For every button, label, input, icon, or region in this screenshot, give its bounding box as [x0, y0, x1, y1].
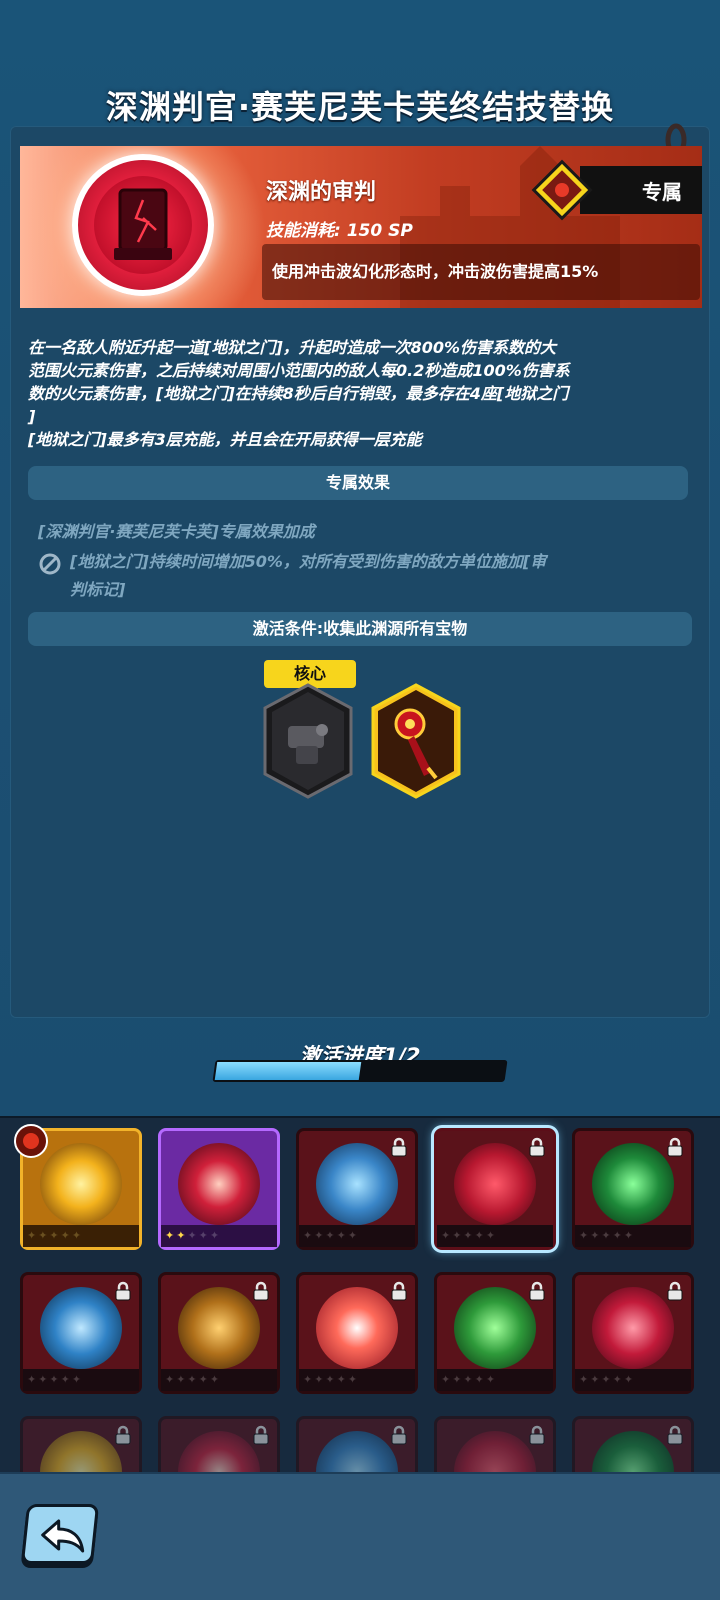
bottom-bar [0, 1472, 720, 1600]
lock-icon [391, 1281, 407, 1301]
skill-card[interactable]: ✦✦✦✦✦ [572, 1416, 694, 1472]
description-line: [地狱之门]最多有3层充能，并且会在开局获得一层充能 [28, 430, 422, 449]
skill-description: 在一名敌人附近升起一道[地狱之门]，升起时造成一次800%伤害系数的大 范围火元… [28, 336, 698, 451]
skill-card[interactable]: ✦✦✦✦✦ [296, 1416, 418, 1472]
skill-name: 深渊的审判 [266, 180, 377, 205]
lock-icon [253, 1425, 269, 1445]
lock-icon [115, 1425, 131, 1445]
flame-wisp-icon [178, 1143, 260, 1225]
inactive-ban-icon [39, 553, 61, 575]
lightning-icon [40, 1431, 122, 1472]
star-rating: ✦✦✦✦✦ [161, 1225, 277, 1247]
star-rating: ✦✦✦✦✦ [575, 1225, 691, 1247]
hell-gate-icon [72, 154, 214, 296]
skill-card[interactable]: ✦✦✦✦✦ [158, 1128, 280, 1250]
star-rating: ✦✦✦✦✦ [23, 1225, 139, 1247]
description-line: 范围火元素伤害，之后持续对周围小范围内的敌人每0.2秒造成100%伤害系 [28, 361, 570, 380]
flame-wisp-icon [178, 1431, 260, 1472]
owner-badge-icon [14, 1124, 48, 1158]
lock-icon [391, 1425, 407, 1445]
dark-gauntlet-icon[interactable] [262, 682, 354, 800]
description-line: 在一名敌人附近升起一道[地狱之门]，升起时造成一次800%伤害系数的大 [28, 338, 557, 357]
lock-icon [529, 1425, 545, 1445]
activation-condition-header: 激活条件:收集此渊源所有宝物 [28, 612, 692, 646]
back-arrow-icon [41, 1519, 85, 1553]
description-line: 数的火元素伤害，[地狱之门]在持续8秒后自行销毁，最多存在4座[地狱之门 [28, 384, 569, 403]
lightning-icon [40, 1143, 122, 1225]
lock-icon [667, 1425, 683, 1445]
ice-shard-icon [316, 1143, 398, 1225]
star-rating: ✦✦✦✦✦ [23, 1369, 139, 1391]
activation-progress-bar [212, 1060, 508, 1082]
explosion-icon [316, 1287, 398, 1369]
vortex-icon [178, 1287, 260, 1369]
skill-card[interactable]: ✦✦✦✦✦ [20, 1272, 142, 1394]
bonus-text: [地狱之门]持续时间增加50%，对所有受到伤害的敌方单位施加[审 [70, 552, 547, 571]
skill-card[interactable]: ✦✦✦✦✦ [572, 1272, 694, 1394]
lock-icon [115, 1281, 131, 1301]
skill-card[interactable]: ✦✦✦✦✦ [296, 1272, 418, 1394]
crimson-lotus-icon [592, 1287, 674, 1369]
skill-card[interactable]: ✦✦✦✦✦ [20, 1416, 142, 1472]
back-button[interactable] [20, 1504, 100, 1564]
lock-icon [667, 1281, 683, 1301]
skill-effect: 使用冲击波幻化形态时，冲击波伤害提高15% [262, 244, 700, 300]
skill-card[interactable]: ✦✦✦✦✦ [572, 1128, 694, 1250]
star-rating: ✦✦✦✦✦ [437, 1225, 553, 1247]
skill-card[interactable]: ✦✦✦✦✦ [434, 1272, 556, 1394]
page-title: 深渊判官·赛芙尼芙卡芙终结技替换 [105, 88, 615, 126]
lock-icon [253, 1281, 269, 1301]
skill-card[interactable]: ✦✦✦✦✦ [158, 1272, 280, 1394]
hell-gate-icon [454, 1431, 536, 1472]
skill-card[interactable]: ✦✦✦✦✦ [158, 1416, 280, 1472]
star-rating: ✦✦✦✦✦ [299, 1369, 415, 1391]
lock-icon [667, 1137, 683, 1157]
ice-shard-icon [316, 1431, 398, 1472]
exclusive-tag: 专属 [580, 166, 702, 214]
skill-card[interactable]: ✦✦✦✦✦ [434, 1416, 556, 1472]
hell-gate-icon [454, 1143, 536, 1225]
exclusive-diamond-icon [531, 159, 593, 221]
lock-icon [529, 1137, 545, 1157]
skill-card[interactable]: ✦✦✦✦✦ [434, 1128, 556, 1250]
lock-icon [391, 1137, 407, 1157]
skill-banner: 深渊的审判 技能消耗: 150 SP 使用冲击波幻化形态时，冲击波伤害提高15%… [20, 146, 702, 308]
exclusive-label: 专属 [642, 180, 682, 204]
green-spirit-icon [454, 1287, 536, 1369]
skill-cost: 技能消耗: 150 SP [266, 221, 413, 241]
dragon-head-icon [592, 1143, 674, 1225]
fire-scepter-icon[interactable] [370, 682, 462, 800]
dragon-head-icon [592, 1431, 674, 1472]
exclusive-bonus-line: [地狱之门]持续时间增加50%，对所有受到伤害的敌方单位施加[审 判标记] [38, 548, 698, 604]
activation-progress-fill [214, 1062, 362, 1080]
star-rating: ✦✦✦✦✦ [575, 1369, 691, 1391]
ice-castle-icon [40, 1287, 122, 1369]
exclusive-bonus-title: [深渊判官·赛芙尼芙卡芙]专属效果加成 [38, 522, 315, 541]
star-rating: ✦✦✦✦✦ [161, 1369, 277, 1391]
star-rating: ✦✦✦✦✦ [437, 1369, 553, 1391]
star-rating: ✦✦✦✦✦ [299, 1225, 415, 1247]
exclusive-effect-header: 专属效果 [28, 466, 688, 500]
skill-card[interactable]: ✦✦✦✦✦ [296, 1128, 418, 1250]
description-line: ] [28, 407, 36, 426]
lock-icon [529, 1281, 545, 1301]
bonus-text: 判标记] [70, 580, 126, 599]
skill-grid: ✦✦✦✦✦ ✦✦✦✦✦ ✦✦✦✦✦ ✦✦✦✦✦ ✦✦✦✦✦ ✦✦✦✦✦ ✦✦✦✦✦ ✦✦✦✦✦… [0, 1116, 720, 1472]
